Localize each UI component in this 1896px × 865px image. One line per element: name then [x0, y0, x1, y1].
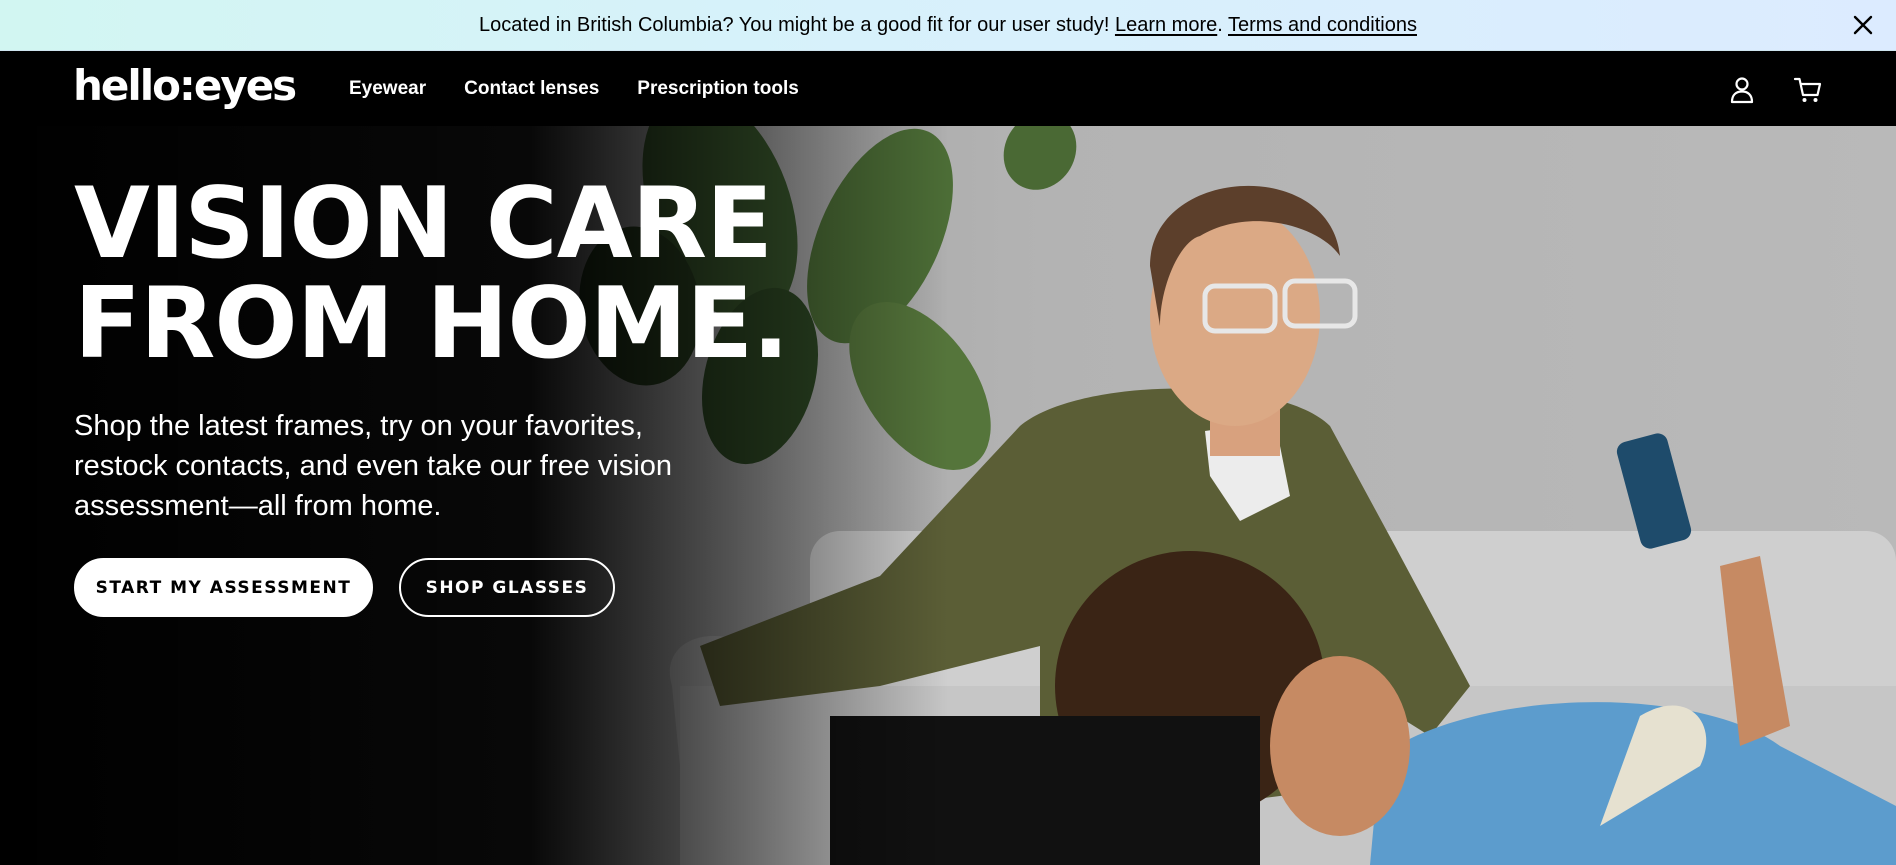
cart-icon[interactable]	[1793, 75, 1823, 105]
hero-headline: VISION CARE FROM HOME.	[74, 174, 789, 374]
hero-subtext: Shop the latest frames, try on your favo…	[74, 410, 673, 522]
terms-link[interactable]: Terms and conditions	[1228, 14, 1417, 36]
announcement-separator: .	[1217, 13, 1223, 36]
hero-headline-line1: VISION CARE	[74, 167, 773, 281]
close-icon[interactable]	[1852, 14, 1874, 36]
account-icon[interactable]	[1727, 75, 1757, 105]
start-assessment-button[interactable]: START MY ASSESSMENT	[74, 558, 373, 617]
hero-cta-row: START MY ASSESSMENT SHOP GLASSES	[74, 558, 615, 617]
hero-banner: VISION CARE FROM HOME. Shop the latest f…	[0, 126, 1896, 865]
announcement-text: Located in British Columbia? You might b…	[479, 13, 1110, 36]
hero-content: VISION CARE FROM HOME. Shop the latest f…	[74, 174, 789, 526]
site-header: hello:eyes Eyewear Contact lenses Prescr…	[0, 51, 1896, 126]
nav-eyewear[interactable]: Eyewear	[349, 78, 426, 100]
hero-headline-line2: FROM HOME.	[74, 267, 789, 381]
nav-contact-lenses[interactable]: Contact lenses	[464, 78, 599, 100]
shop-glasses-button[interactable]: SHOP GLASSES	[399, 558, 615, 617]
main-nav: Eyewear Contact lenses Prescription tool…	[349, 51, 799, 126]
logo[interactable]: hello:eyes	[73, 61, 297, 111]
nav-prescription-tools[interactable]: Prescription tools	[637, 78, 799, 100]
announcement-message: Located in British Columbia? You might b…	[479, 14, 1417, 37]
announcement-bar: Located in British Columbia? You might b…	[0, 0, 1896, 51]
learn-more-link[interactable]: Learn more	[1115, 14, 1217, 36]
